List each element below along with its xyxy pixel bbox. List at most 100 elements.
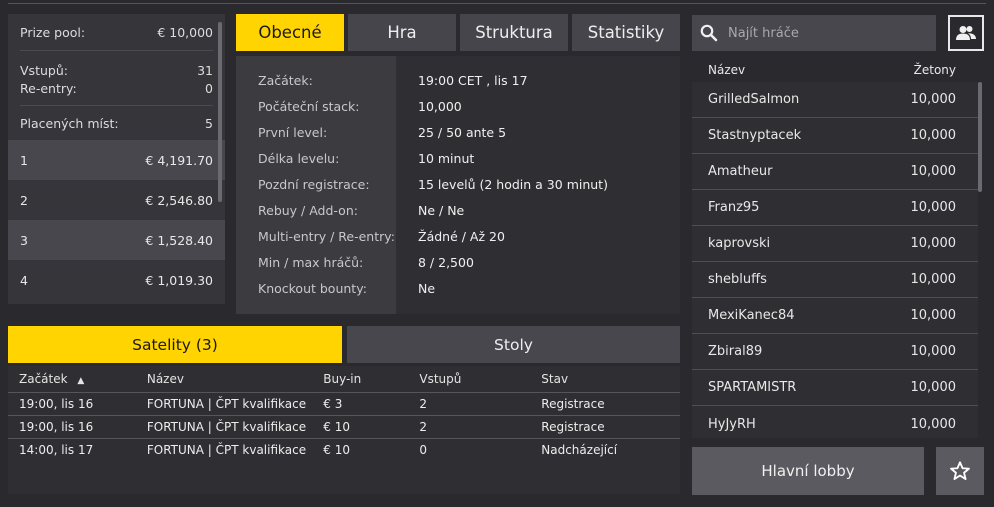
- cell-status: Registrace: [541, 397, 605, 411]
- list-item[interactable]: Zbiral89 10,000: [692, 334, 978, 370]
- payout-row: 1 € 4,191.70: [8, 140, 225, 180]
- tab-statistics[interactable]: Statistiky: [572, 14, 680, 51]
- info-value: 15 levelů (2 hodin a 30 minut): [418, 176, 608, 192]
- prize-pool-label: Prize pool:: [20, 24, 86, 40]
- cell-name: FORTUNA | ČPT kvalifikace: [146, 443, 307, 457]
- player-chips: 10,000: [910, 344, 957, 359]
- table-row[interactable]: 19:00, lis 16 FORTUNA | ČPT kvalifikace …: [8, 392, 680, 415]
- player-name: Stastnyptacek: [708, 128, 802, 143]
- player-chips: 10,000: [910, 200, 957, 215]
- entries-value: 31: [197, 62, 213, 78]
- player-chips: 10,000: [910, 128, 957, 143]
- list-item[interactable]: HyJyRH 10,000: [692, 406, 978, 438]
- player-search-box: [692, 15, 936, 51]
- col-buyin-header[interactable]: Buy-in: [323, 372, 419, 386]
- cell-status: Nadcházející: [541, 443, 618, 457]
- col-entries-header[interactable]: Vstupů: [419, 372, 541, 386]
- payout-rank: 1: [20, 152, 28, 168]
- payout-prize: € 1,019.30: [145, 272, 213, 288]
- list-item[interactable]: Stastnyptacek 10,000: [692, 118, 978, 154]
- tab-general[interactable]: Obecné: [236, 14, 344, 51]
- tab-tables[interactable]: Stoly: [347, 326, 680, 363]
- players-button[interactable]: [948, 15, 984, 51]
- satellites-table: Začátek ▲ Název Buy-in Vstupů Stav 19:00…: [8, 366, 680, 494]
- player-name: Zbiral89: [708, 344, 763, 359]
- cell-start: 14:00, lis 17: [19, 443, 94, 457]
- players-icon: [956, 25, 976, 41]
- tab-structure[interactable]: Struktura: [460, 14, 568, 51]
- tab-satellites[interactable]: Satelity (3): [8, 326, 342, 363]
- player-name: kaprovski: [708, 236, 771, 251]
- info-value: Ne: [418, 280, 436, 296]
- player-chips: 10,000: [910, 272, 957, 287]
- paid-places-label: Placených míst:: [20, 115, 119, 131]
- list-item[interactable]: Franz95 10,000: [692, 190, 978, 226]
- info-row: Počáteční stack: 10,000: [236, 93, 680, 119]
- player-search-input[interactable]: [728, 25, 918, 41]
- payout-row: 3 € 1,528.40: [8, 220, 225, 260]
- reentry-value: 0: [205, 80, 213, 96]
- player-name: MexiKanec84: [708, 308, 795, 323]
- info-row: Začátek: 19:00 CET , lis 17: [236, 67, 680, 93]
- list-item[interactable]: shebluffs 10,000: [692, 262, 978, 298]
- favorite-button[interactable]: [936, 447, 984, 495]
- list-item[interactable]: kaprovski 10,000: [692, 226, 978, 262]
- player-list-header: Název Žetony: [692, 58, 978, 82]
- player-chips: 10,000: [910, 416, 957, 432]
- tab-game[interactable]: Hra: [348, 14, 456, 51]
- info-value: 19:00 CET , lis 17: [418, 72, 528, 88]
- col-name-header[interactable]: Název: [147, 372, 323, 386]
- player-name: Franz95: [708, 200, 760, 215]
- prize-summary-panel: Prize pool: € 10,000 Vstupů: 31 Re-entry…: [8, 14, 225, 304]
- payout-rank: 3: [20, 232, 28, 248]
- info-row: Knockout bounty: Ne: [236, 275, 680, 301]
- info-row: Multi-entry / Re-entry: Žádné / Až 20: [236, 223, 680, 249]
- cell-status: Registrace: [541, 420, 605, 434]
- info-row: Pozdní registrace: 15 levelů (2 hodin a …: [236, 171, 680, 197]
- info-label: Min / max hráčů:: [258, 254, 364, 270]
- summary-scrollbar[interactable]: [218, 22, 222, 202]
- payout-prize: € 4,191.70: [145, 152, 213, 168]
- main-lobby-button[interactable]: Hlavní lobby: [692, 447, 924, 495]
- list-item[interactable]: Amatheur 10,000: [692, 154, 978, 190]
- info-value: 25 / 50 ante 5: [418, 124, 507, 140]
- table-row[interactable]: 14:00, lis 17 FORTUNA | ČPT kvalifikace …: [8, 438, 680, 461]
- search-icon: [700, 24, 718, 42]
- col-chips-header[interactable]: Žetony: [914, 63, 956, 77]
- col-start-header[interactable]: Začátek ▲: [19, 372, 147, 386]
- player-chips: 10,000: [910, 164, 957, 179]
- player-chips: 10,000: [910, 92, 957, 107]
- info-label: Začátek:: [258, 72, 313, 88]
- col-player-name-header[interactable]: Název: [708, 63, 745, 77]
- payout-rank: 2: [20, 192, 28, 208]
- player-list: GrilledSalmon 10,000 Stastnyptacek 10,000 …: [692, 82, 978, 438]
- list-item[interactable]: MexiKanec84 10,000: [692, 298, 978, 334]
- info-row: Rebuy / Add-on: Ne / Ne: [236, 197, 680, 223]
- player-name: SPARTAMISTR: [708, 380, 797, 395]
- info-row: Délka levelu: 10 minut: [236, 145, 680, 171]
- player-chips: 10,000: [910, 308, 957, 323]
- table-header: Začátek ▲ Název Buy-in Vstupů Stav: [8, 366, 680, 392]
- info-value: Ne / Ne: [418, 202, 465, 218]
- cell-start: 19:00, lis 16: [19, 420, 94, 434]
- col-status-header[interactable]: Stav: [541, 372, 680, 386]
- player-name: Amatheur: [708, 164, 773, 179]
- payout-row: 2 € 2,546.80: [8, 180, 225, 220]
- player-chips: 10,000: [910, 380, 957, 395]
- bottom-tabs: Satelity (3) Stoly: [8, 326, 680, 363]
- player-list-scrollbar[interactable]: [978, 82, 982, 192]
- info-value: 10,000: [418, 98, 462, 114]
- list-item[interactable]: SPARTAMISTR 10,000: [692, 370, 978, 406]
- info-label: Pozdní registrace:: [258, 176, 370, 192]
- cell-name: FORTUNA | ČPT kvalifikace: [146, 397, 307, 411]
- table-row[interactable]: 19:00, lis 16 FORTUNA | ČPT kvalifikace …: [8, 415, 680, 438]
- info-label: Délka levelu:: [258, 150, 340, 166]
- list-item[interactable]: GrilledSalmon 10,000: [692, 82, 978, 118]
- cell-entries: 0: [419, 443, 428, 457]
- top-divider: [8, 3, 986, 4]
- info-value: 10 minut: [418, 150, 475, 166]
- cell-buyin: € 10: [323, 420, 350, 434]
- info-label: Rebuy / Add-on:: [258, 202, 358, 218]
- reentry-label: Re-entry:: [20, 80, 77, 96]
- info-row: První level: 25 / 50 ante 5: [236, 119, 680, 145]
